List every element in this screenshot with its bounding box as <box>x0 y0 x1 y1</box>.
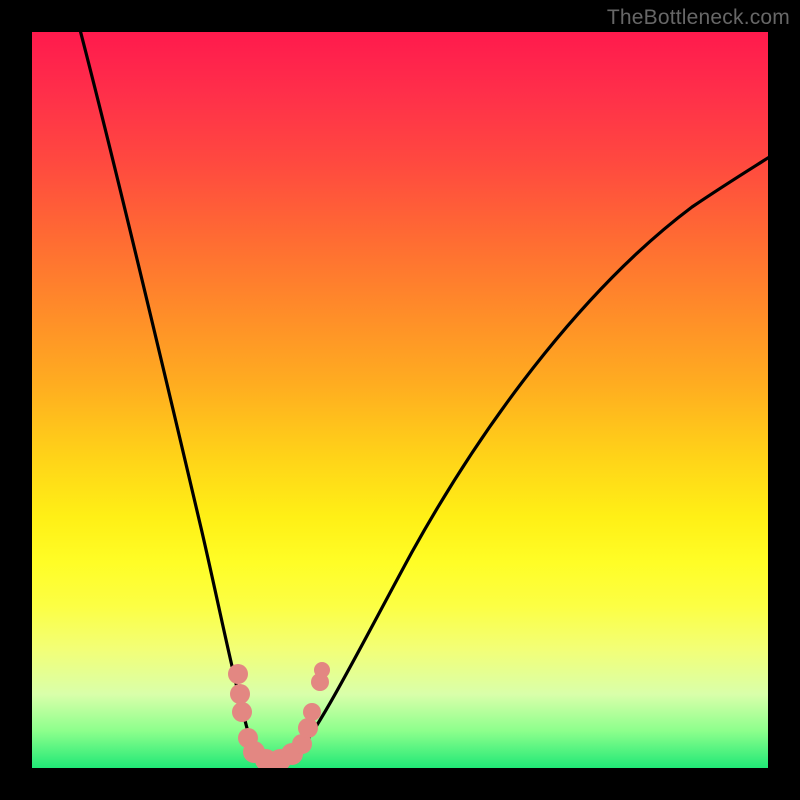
watermark-text: TheBottleneck.com <box>607 6 790 30</box>
data-point-cluster <box>228 662 330 768</box>
plot-area <box>32 32 768 768</box>
curve-layer <box>32 32 768 768</box>
chart-frame: TheBottleneck.com <box>0 0 800 800</box>
bottleneck-curve <box>78 32 768 768</box>
